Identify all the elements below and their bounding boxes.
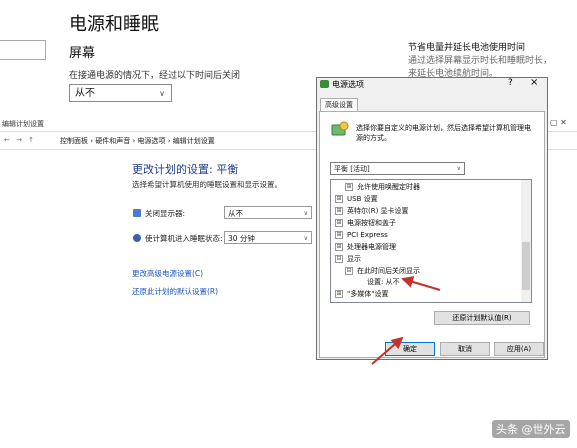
expand-icon[interactable]: ⊞ — [335, 243, 343, 251]
close-button[interactable]: × — [530, 77, 538, 88]
collapse-icon[interactable]: ⊟ — [335, 255, 343, 263]
screen-timeout-dropdown[interactable]: 从不 ∨ — [69, 84, 172, 102]
expand-icon[interactable]: ⊞ — [335, 290, 343, 298]
page-title: 电源和睡眠 — [69, 14, 159, 35]
chevron-down-icon: ∨ — [303, 235, 308, 242]
tab-advanced-settings[interactable]: 高级设置 — [320, 98, 358, 111]
expand-icon[interactable]: ⊞ — [335, 231, 343, 239]
window-controls-icon[interactable]: ▢ ✕ — [550, 118, 567, 127]
restore-plan-defaults-button[interactable]: 还原计划默认值(R) — [434, 311, 530, 325]
sleep-value: 30 分钟 — [228, 234, 255, 243]
tree-item[interactable]: ⊞ USB 设置 — [335, 195, 378, 204]
display-off-label: 关闭显示器: — [145, 209, 186, 218]
nav-arrows-icon[interactable]: ← → ↑ — [4, 136, 36, 144]
dialog-description: 选择你要自定义的电源计划，然后选择希望计算机管理电源的方式。 — [356, 124, 531, 142]
help-button[interactable]: ? — [508, 78, 513, 88]
tree-item[interactable]: ⊟ 显示 — [335, 255, 361, 264]
chevron-down-icon: ∨ — [303, 210, 308, 217]
plan-dropdown[interactable]: 平衡 [活动] ∨ — [330, 162, 465, 175]
search-box-edge[interactable] — [0, 40, 46, 60]
tree-item[interactable]: ⊟ 在此时间后关闭显示 — [345, 267, 420, 276]
expand-icon[interactable]: ⊞ — [345, 183, 353, 191]
plan-subheading: 选择希望计算机使用的睡眠设置和显示设置。 — [132, 180, 282, 189]
display-off-value: 从不 — [228, 209, 243, 218]
ok-button[interactable]: 确定 — [385, 342, 435, 356]
plan-value: 平衡 [活动] — [334, 165, 370, 173]
power-plan-icon — [331, 121, 349, 137]
expand-icon[interactable]: ⊞ — [335, 195, 343, 203]
tree-item[interactable]: ⊞ PCI Express — [335, 231, 388, 240]
plugged-in-description: 在接通电源的情况下，经过以下时间后关闭 — [69, 71, 241, 81]
collapse-icon[interactable]: ⊟ — [345, 267, 353, 275]
tree-item[interactable]: ⊞ 处理器电源管理 — [335, 243, 396, 252]
expand-icon[interactable]: ⊞ — [335, 219, 343, 227]
tree-item[interactable]: ⊞ 允许使用唤醒定时器 — [345, 183, 420, 192]
tree-item-setting-value[interactable]: 设置: 从不 — [367, 278, 400, 287]
battery-icon — [320, 80, 329, 88]
expand-icon[interactable]: ⊞ — [335, 207, 343, 215]
battery-tip-title: 节省电量并延长电池使用时间 — [408, 43, 526, 53]
monitor-icon — [133, 209, 141, 217]
settings-tree[interactable]: ⊞ 允许使用唤醒定时器 ⊞ USB 设置 ⊞ 英特尔(R) 显卡设置 ⊞ 电源按钮和盖子… — [330, 179, 532, 303]
tree-item[interactable]: ⊞ 英特尔(R) 显卡设置 — [335, 207, 409, 216]
section-heading-screen: 屏幕 — [69, 46, 96, 61]
scrollbar-thumb[interactable] — [522, 242, 530, 290]
sleep-label: 使计算机进入睡眠状态: — [145, 234, 223, 243]
screen-timeout-value: 从不 — [75, 88, 95, 99]
cancel-button[interactable]: 取消 — [440, 342, 490, 356]
watermark: 头条 @世外云 — [492, 420, 570, 438]
restore-defaults-link[interactable]: 还原此计划的默认设置(R) — [132, 286, 218, 297]
tree-item[interactable]: ⊞ 电源按钮和盖子 — [335, 219, 396, 228]
chevron-down-icon: ∨ — [159, 89, 165, 98]
window-title: 编辑计划设置 — [2, 120, 44, 128]
dialog-title: 电源选项 — [332, 80, 364, 89]
sleep-moon-icon — [133, 234, 141, 242]
plan-heading: 更改计划的设置: 平衡 — [132, 163, 239, 176]
chevron-down-icon: ∨ — [456, 165, 461, 172]
breadcrumb[interactable]: 控制面板 › 硬件和声音 › 电源选项 › 编辑计划设置 — [60, 136, 215, 146]
sleep-dropdown[interactable]: 30 分钟 ∨ — [224, 231, 312, 244]
advanced-settings-link[interactable]: 更改高级电源设置(C) — [132, 268, 203, 279]
display-off-dropdown[interactable]: 从不 ∨ — [224, 206, 312, 219]
apply-button[interactable]: 应用(A) — [494, 342, 544, 356]
tree-item[interactable]: ⊞ "多媒体"设置 — [335, 290, 388, 299]
